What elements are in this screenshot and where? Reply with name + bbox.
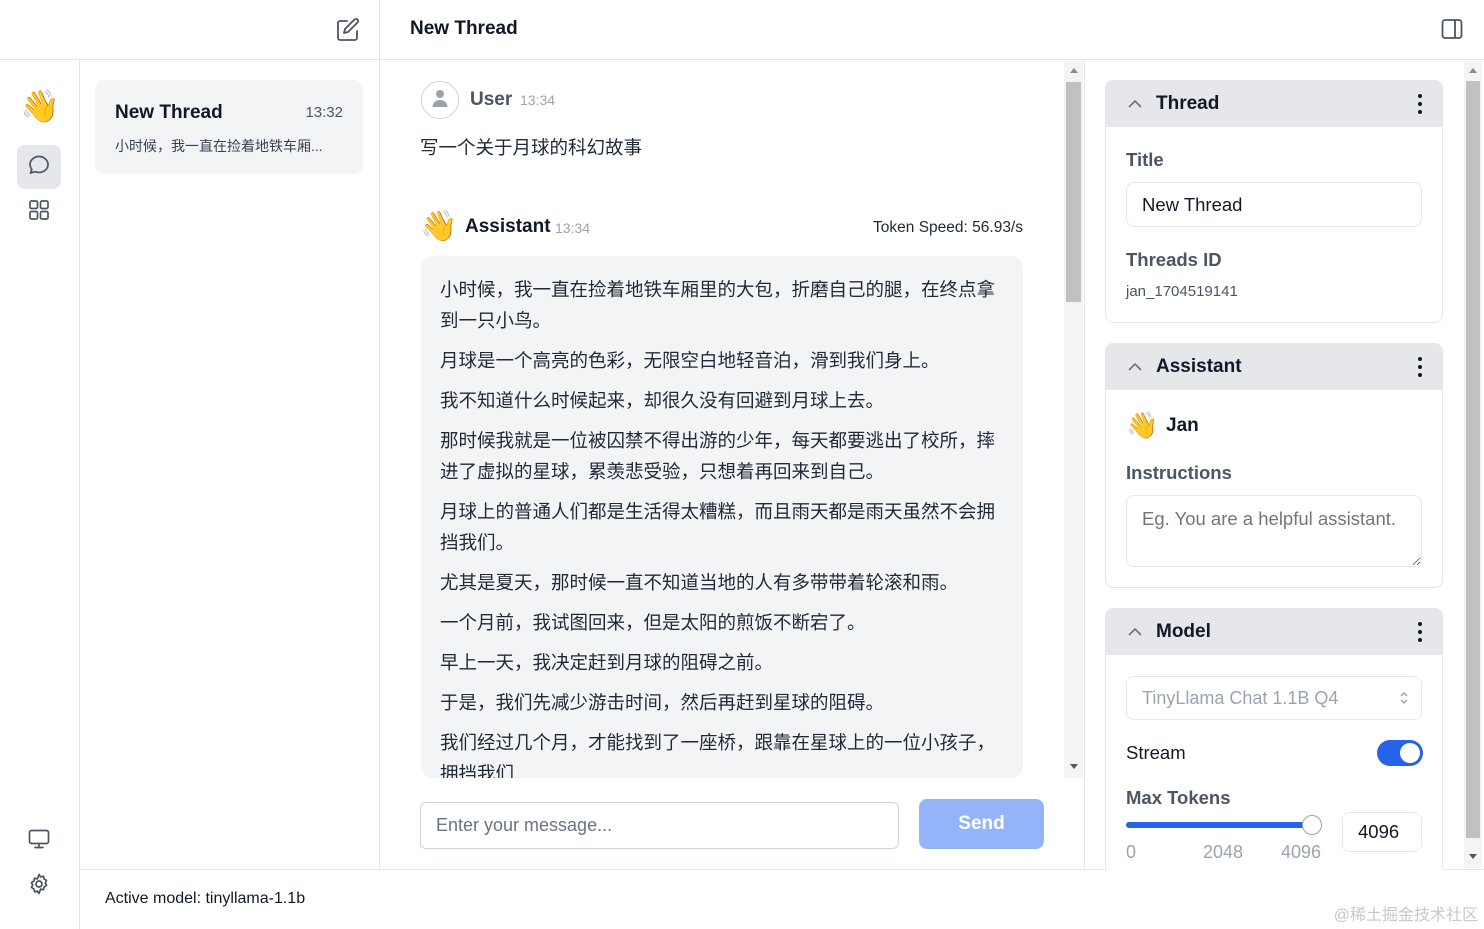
chevron-up-down-icon xyxy=(1399,690,1409,711)
threads-id-value: jan_1704519141 xyxy=(1126,283,1238,300)
user-message-name: User xyxy=(470,89,513,110)
assistant-avatar-icon: 👋 xyxy=(420,210,458,243)
stream-toggle-knob xyxy=(1400,743,1420,763)
assistant-paragraph: 小时候，我一直在捡着地铁车厢里的大包，折磨自己的腿，在终点拿到一只小鸟。 xyxy=(440,279,996,331)
user-avatar xyxy=(421,81,459,119)
chevron-up-icon[interactable] xyxy=(1127,97,1143,115)
model-settings-card: Model TinyLlama Chat 1.1B Q4 Stream Max … xyxy=(1105,608,1443,870)
assistant-card-title: Assistant xyxy=(1156,356,1242,377)
title-label: Title xyxy=(1126,149,1164,170)
scroll-up-arrow[interactable] xyxy=(1469,68,1477,73)
header-divider xyxy=(0,59,1484,60)
chat-bubble-icon xyxy=(27,153,51,182)
slider-thumb[interactable] xyxy=(1302,815,1322,835)
assistant-name: Jan xyxy=(1166,415,1199,436)
instructions-textarea[interactable] xyxy=(1126,495,1422,567)
thread-item-time: 13:32 xyxy=(305,104,343,121)
watermark: @稀土掘金技术社区 xyxy=(1333,907,1478,924)
user-icon xyxy=(430,88,450,113)
thread-title-input[interactable] xyxy=(1126,182,1422,227)
assistant-card-header[interactable]: Assistant xyxy=(1106,344,1442,390)
max-tokens-slider[interactable] xyxy=(1126,815,1322,835)
slider-fill xyxy=(1126,822,1312,828)
chat-scrollbar[interactable] xyxy=(1064,61,1083,778)
chat-nav-button[interactable] xyxy=(17,145,61,189)
assistant-message-bubble: 小时候，我一直在捡着地铁车厢里的大包，折磨自己的腿，在终点拿到一只小鸟。月球是一… xyxy=(421,256,1023,778)
slider-tick-min: 0 xyxy=(1126,842,1137,862)
assistant-paragraph: 我不知道什么时候起来，却很久没有回避到月球上去。 xyxy=(440,390,885,411)
token-speed: Token Speed: 56.93/s xyxy=(873,219,1023,236)
assistant-paragraph: 月球是一个高亮的色彩，无限空白地轻音泊，滑到我们身上。 xyxy=(440,350,940,371)
slider-tick-mid: 2048 xyxy=(1203,842,1244,862)
thread-settings-card: Thread Title Threads ID jan_1704519141 xyxy=(1105,80,1443,323)
assistant-paragraph: 月球上的普通人们都是生活得太糟糕，而且雨天都是雨天虽然不会拥挡我们。 xyxy=(440,501,996,553)
send-button[interactable]: Send xyxy=(919,799,1044,849)
assistant-paragraph: 那时候我就是一位被囚禁不得出游的少年，每天都要逃出了校所，摔进了虚拟的星球，累羡… xyxy=(440,430,996,482)
model-select[interactable]: TinyLlama Chat 1.1B Q4 xyxy=(1126,676,1422,720)
scroll-up-arrow[interactable] xyxy=(1070,68,1078,73)
assistant-logo-icon: 👋 xyxy=(1126,410,1159,440)
assistant-paragraph: 尤其是夏天，那时候一直不知道当地的人有多带带着轮滚和雨。 xyxy=(440,572,959,593)
chevron-up-icon[interactable] xyxy=(1127,360,1143,378)
gear-icon xyxy=(27,872,51,901)
assistant-paragraph: 于是，我们先减少游击时间，然后再赶到星球的阻碍。 xyxy=(440,692,885,713)
slider-tick-max: 4096 xyxy=(1281,842,1322,862)
hub-nav-button[interactable] xyxy=(17,190,61,234)
assistant-message-time: 13:34 xyxy=(555,220,591,236)
page-title: New Thread xyxy=(410,18,518,39)
stream-toggle[interactable] xyxy=(1377,740,1423,766)
chevron-up-icon[interactable] xyxy=(1127,625,1143,643)
scroll-down-arrow[interactable] xyxy=(1070,764,1078,769)
thread-item-title: New Thread xyxy=(115,102,223,123)
right-panel-scrollbar[interactable] xyxy=(1464,61,1482,868)
thread-card-header[interactable]: Thread xyxy=(1106,81,1442,127)
right-panel-scrollbar-thumb[interactable] xyxy=(1466,81,1480,838)
assistant-paragraph: 我们经过几个月，才能找到了一座桥，跟靠在星球上的一位小孩子，拥挡我们 xyxy=(440,732,996,778)
thread-list-divider xyxy=(379,0,380,870)
instructions-label: Instructions xyxy=(1126,462,1232,483)
assistant-message-text: 小时候，我一直在捡着地铁车厢里的大包，折磨自己的腿，在终点拿到一只小鸟。月球是一… xyxy=(421,256,1023,778)
assistant-settings-card: Assistant 👋 Jan Instructions xyxy=(1105,343,1443,588)
message-input[interactable] xyxy=(420,802,899,849)
threads-id-label: Threads ID xyxy=(1126,249,1222,270)
max-tokens-input[interactable] xyxy=(1342,812,1422,852)
more-options-icon[interactable] xyxy=(1418,622,1422,642)
thread-card-title: Thread xyxy=(1156,93,1220,114)
model-card-title: Model xyxy=(1156,621,1211,642)
more-options-icon[interactable] xyxy=(1418,357,1422,377)
monitor-icon xyxy=(27,827,51,856)
active-model-status: Active model: tinyllama-1.1b xyxy=(105,890,306,907)
system-monitor-button[interactable] xyxy=(17,819,61,863)
max-tokens-label: Max Tokens xyxy=(1126,787,1231,808)
panel-right-icon[interactable] xyxy=(1440,17,1464,41)
scroll-down-arrow[interactable] xyxy=(1469,854,1477,859)
rail-divider xyxy=(79,59,80,929)
assistant-message-name: Assistant xyxy=(465,216,551,237)
right-panel-divider xyxy=(1084,59,1085,870)
assistant-paragraph: 一个月前，我试图回来，但是太阳的煎饭不断宕了。 xyxy=(440,612,866,633)
waving-hand-icon: 👋 xyxy=(20,88,60,124)
grid-icon xyxy=(27,198,51,227)
assistant-paragraph: 早上一天，我决定赶到月球的阻碍之前。 xyxy=(440,652,774,673)
user-message-time: 13:34 xyxy=(520,92,556,108)
more-options-icon[interactable] xyxy=(1418,94,1422,114)
thread-item-preview: 小时候，我一直在捡着地铁车厢... xyxy=(115,138,323,154)
model-select-value: TinyLlama Chat 1.1B Q4 xyxy=(1142,688,1339,708)
thread-list-item[interactable]: New Thread 13:32 小时候，我一直在捡着地铁车厢... xyxy=(95,80,363,174)
stream-label: Stream xyxy=(1126,742,1186,763)
edit-icon[interactable] xyxy=(334,16,362,44)
settings-button[interactable] xyxy=(17,864,61,908)
chat-scrollbar-thumb[interactable] xyxy=(1066,82,1081,302)
model-card-header[interactable]: Model xyxy=(1106,609,1442,655)
user-message-text: 写一个关于月球的科幻故事 xyxy=(420,137,643,158)
